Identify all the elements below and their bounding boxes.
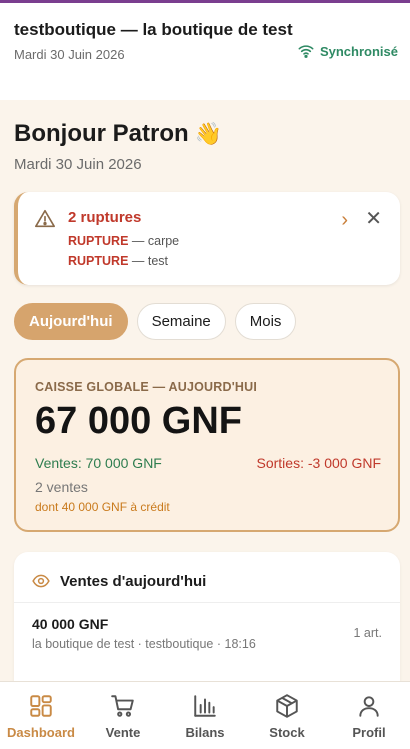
nav-label: Bilans — [185, 725, 225, 740]
alert-item: RUPTURE — carpe — [68, 234, 179, 248]
wifi-icon — [298, 45, 314, 58]
sale-amount[interactable]: 40 000 GNF — [32, 616, 108, 632]
nav-stock[interactable]: Stock — [246, 682, 328, 749]
app-header: testboutique — la boutique de test Mardi… — [0, 3, 410, 100]
cart-icon — [111, 695, 134, 717]
sorties-total: Sorties: -3 000 GNF — [256, 455, 382, 471]
credit-note: dont 40 000 GNF à crédit — [35, 500, 170, 514]
divider — [14, 602, 400, 603]
tab-today[interactable]: Aujourd'hui — [14, 303, 128, 340]
alert-title: 2 ruptures — [68, 209, 142, 226]
warning-icon — [35, 209, 55, 228]
eye-icon — [32, 574, 50, 588]
ventes-total: Ventes: 70 000 GNF — [35, 455, 162, 471]
alert-item: RUPTURE — test — [68, 254, 168, 268]
alert-item-tag: RUPTURE — [68, 254, 129, 268]
sale-meta: la boutique de test · testboutique · 18:… — [32, 637, 256, 651]
nav-label: Vente — [105, 725, 141, 740]
user-icon — [359, 696, 379, 717]
nav-bilans[interactable]: Bilans — [164, 682, 246, 749]
alert-item-text: — carpe — [128, 234, 180, 248]
sales-count: 2 ventes — [35, 479, 88, 495]
today-sales-card: Ventes d'aujourd'hui 40 000 GNF la bouti… — [14, 552, 400, 702]
sales-card-header: Ventes d'aujourd'hui — [32, 572, 206, 590]
greeting-text: Bonjour Patron — [14, 120, 189, 147]
nav-vente[interactable]: Vente — [82, 682, 164, 749]
greeting-date: Mardi 30 Juin 2026 — [14, 156, 142, 173]
nav-label: Dashboard — [7, 725, 75, 740]
sale-quantity: 1 art. — [353, 626, 383, 640]
close-icon[interactable]: ✕ — [365, 209, 382, 229]
nav-profil[interactable]: Profil — [328, 682, 410, 749]
alert-item-text: — test — [128, 254, 169, 268]
period-tabs: Aujourd'hui Semaine Mois — [14, 303, 297, 340]
greeting-title: Bonjour Patron 👋 — [14, 120, 222, 148]
nav-label: Profil — [352, 725, 386, 740]
dashboard-icon — [30, 695, 52, 717]
waving-hand-icon: 👋 — [194, 121, 223, 146]
sales-card-title: Ventes d'aujourd'hui — [60, 572, 207, 590]
caisse-total: 67 000 GNF — [35, 400, 242, 442]
tab-month[interactable]: Mois — [234, 303, 297, 340]
tab-week[interactable]: Semaine — [136, 303, 226, 340]
shop-name: testboutique — la boutique de test — [14, 20, 293, 39]
box-icon — [276, 694, 298, 718]
caisse-globale-card: CAISSE GLOBALE — AUJOURD'HUI 67 000 GNF … — [14, 358, 400, 532]
sync-label: Synchronisé — [319, 43, 398, 59]
caisse-summary-row: Ventes: 70 000 GNF Sorties: -3 000 GNF — [35, 455, 381, 471]
sync-status: Synchronisé — [298, 43, 398, 59]
bar-chart-icon — [194, 695, 216, 717]
alert-item-tag: RUPTURE — [68, 234, 129, 248]
chevron-right-icon[interactable]: › — [341, 210, 348, 230]
bottom-navigation: Dashboard Vente Bilans Stock Profil — [0, 681, 410, 749]
caisse-label: CAISSE GLOBALE — AUJOURD'HUI — [35, 380, 258, 394]
nav-dashboard[interactable]: Dashboard — [0, 682, 82, 749]
nav-label: Stock — [269, 725, 305, 740]
stock-alert-card[interactable]: 2 ruptures RUPTURE — carpe RUPTURE — tes… — [14, 192, 400, 285]
